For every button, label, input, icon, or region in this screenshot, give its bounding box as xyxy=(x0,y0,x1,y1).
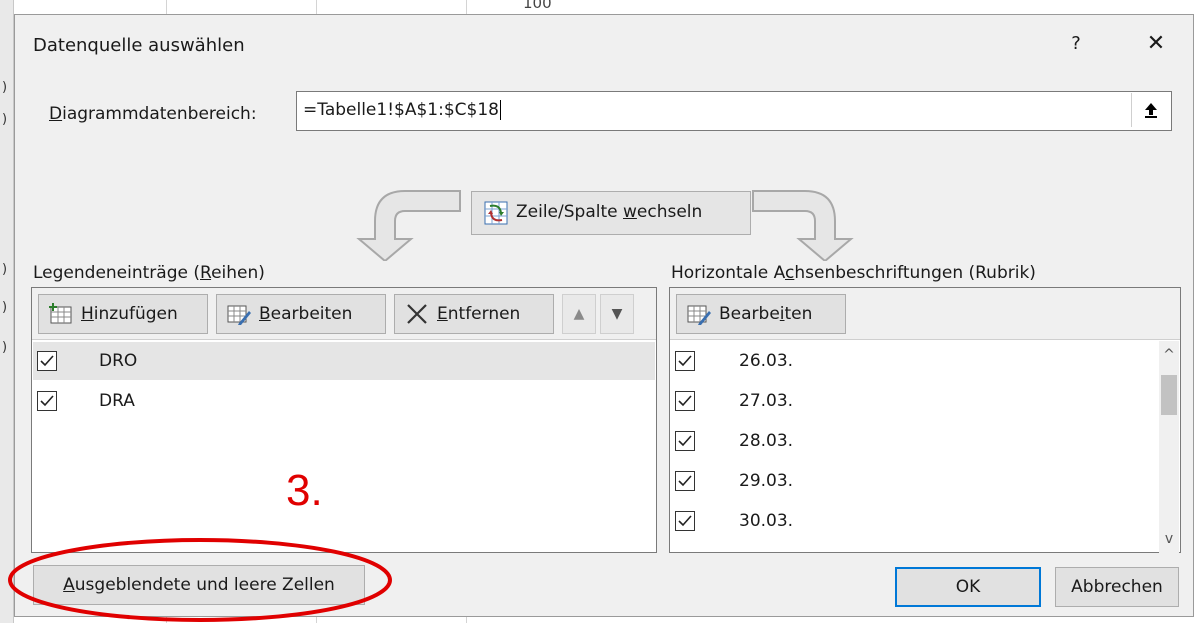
edit-series-button[interactable]: Bearbeiten xyxy=(216,294,386,334)
legend-item-dra[interactable]: DRA xyxy=(33,382,655,420)
checkmark-icon xyxy=(678,355,692,367)
triangle-up-icon: ▲ xyxy=(573,306,585,322)
legend-item-checkbox[interactable] xyxy=(37,351,57,371)
sheet-mark: ) xyxy=(2,300,8,315)
checkmark-icon xyxy=(40,395,54,407)
legend-toolbar: Hinzufügen Bearbeiten Entfernen ▲ ▼ xyxy=(32,288,656,340)
legend-item-label: DRO xyxy=(99,351,138,371)
move-down-button[interactable]: ▼ xyxy=(600,294,634,334)
axis-list-scrollbar[interactable]: ^ v xyxy=(1159,341,1179,553)
chart-data-range-input[interactable]: =Tabelle1!$A$1:$C$18 xyxy=(296,91,1172,131)
axis-item-checkbox[interactable] xyxy=(675,431,695,451)
axis-item-checkbox[interactable] xyxy=(675,471,695,491)
legend-entries-label: Legendeneinträge (Reihen) xyxy=(33,263,265,283)
add-series-label: Hinzufügen xyxy=(81,304,178,324)
edit-table-icon xyxy=(227,305,251,325)
chart-data-range-label: Diagrammdatenbereich: xyxy=(49,104,257,124)
legend-item-checkbox[interactable] xyxy=(37,391,57,411)
axis-item[interactable]: 26.03. xyxy=(671,342,1159,380)
axis-item-label: 29.03. xyxy=(739,471,794,491)
axis-labels-label: Horizontale Achsenbeschriftungen (Rubrik… xyxy=(671,263,1036,283)
dialog-title: Datenquelle auswählen xyxy=(33,35,245,56)
axis-item-label: 26.03. xyxy=(739,351,794,371)
add-series-button[interactable]: Hinzufügen xyxy=(38,294,208,334)
collapse-arrow-icon xyxy=(1144,103,1157,118)
checkmark-icon xyxy=(678,475,692,487)
axis-item[interactable]: 30.03. xyxy=(671,502,1159,540)
remove-x-icon xyxy=(407,304,427,324)
axis-item-checkbox[interactable] xyxy=(675,391,695,411)
collapse-dialog-button[interactable] xyxy=(1131,93,1169,127)
ok-button[interactable]: OK xyxy=(895,567,1041,607)
sheet-cell-value: 100 xyxy=(523,0,552,12)
scroll-up-arrow-icon[interactable]: ^ xyxy=(1159,341,1179,369)
checkmark-icon xyxy=(678,395,692,407)
select-data-source-dialog: Datenquelle auswählen ? ✕ Diagrammdatenb… xyxy=(14,14,1194,617)
chart-data-range-value: =Tabelle1!$A$1:$C$18 xyxy=(303,100,499,120)
legend-entries-panel: Hinzufügen Bearbeiten Entfernen ▲ ▼ DRO … xyxy=(31,287,657,553)
add-table-icon xyxy=(49,303,72,324)
edit-table-icon xyxy=(687,305,711,325)
triangle-down-icon: ▼ xyxy=(611,306,623,322)
edit-series-label: Bearbeiten xyxy=(259,304,353,324)
axis-item[interactable]: 27.03. xyxy=(671,382,1159,420)
axis-item-checkbox[interactable] xyxy=(675,511,695,531)
axis-item[interactable]: 28.03. xyxy=(671,422,1159,460)
move-up-button[interactable]: ▲ xyxy=(562,294,596,334)
edit-axis-labels-button[interactable]: Bearbeiten xyxy=(676,294,846,334)
close-icon: ✕ xyxy=(1146,31,1166,56)
annotation-ellipse xyxy=(8,538,392,622)
axis-labels-panel: Bearbeiten 26.03. 27.03. 28.03. 29.03. 3… xyxy=(669,287,1181,553)
legend-item-dro[interactable]: DRO xyxy=(33,342,655,380)
switch-row-column-button[interactable]: Zeile/Spalte wechseln xyxy=(471,191,751,235)
checkmark-icon xyxy=(678,435,692,447)
remove-series-button[interactable]: Entfernen xyxy=(394,294,554,334)
axis-item-label: 30.03. xyxy=(739,511,794,531)
help-button[interactable]: ? xyxy=(1061,33,1091,54)
sheet-mark: ) xyxy=(2,262,8,277)
edit-axis-labels-label: Bearbeiten xyxy=(719,304,813,324)
sheet-mark: ) xyxy=(2,112,8,127)
cancel-button[interactable]: Abbrechen xyxy=(1055,567,1179,607)
scroll-down-arrow-icon[interactable]: v xyxy=(1159,525,1179,553)
axis-item[interactable]: 29.03. xyxy=(671,462,1159,500)
sheet-mark: ) xyxy=(2,340,8,355)
checkmark-icon xyxy=(678,515,692,527)
axis-item-checkbox[interactable] xyxy=(675,351,695,371)
axis-toolbar: Bearbeiten xyxy=(670,288,1180,340)
switch-row-column-icon xyxy=(484,201,508,225)
legend-item-label: DRA xyxy=(99,391,135,411)
checkmark-icon xyxy=(40,355,54,367)
close-button[interactable]: ✕ xyxy=(1139,29,1173,59)
annotation-step-number: 3. xyxy=(286,466,323,515)
axis-item-label: 27.03. xyxy=(739,391,794,411)
axis-item-label: 28.03. xyxy=(739,431,794,451)
switch-row-column-label: Zeile/Spalte wechseln xyxy=(516,202,703,222)
remove-series-label: Entfernen xyxy=(437,304,521,324)
sheet-mark: ) xyxy=(2,80,8,95)
scroll-thumb[interactable] xyxy=(1161,375,1177,415)
